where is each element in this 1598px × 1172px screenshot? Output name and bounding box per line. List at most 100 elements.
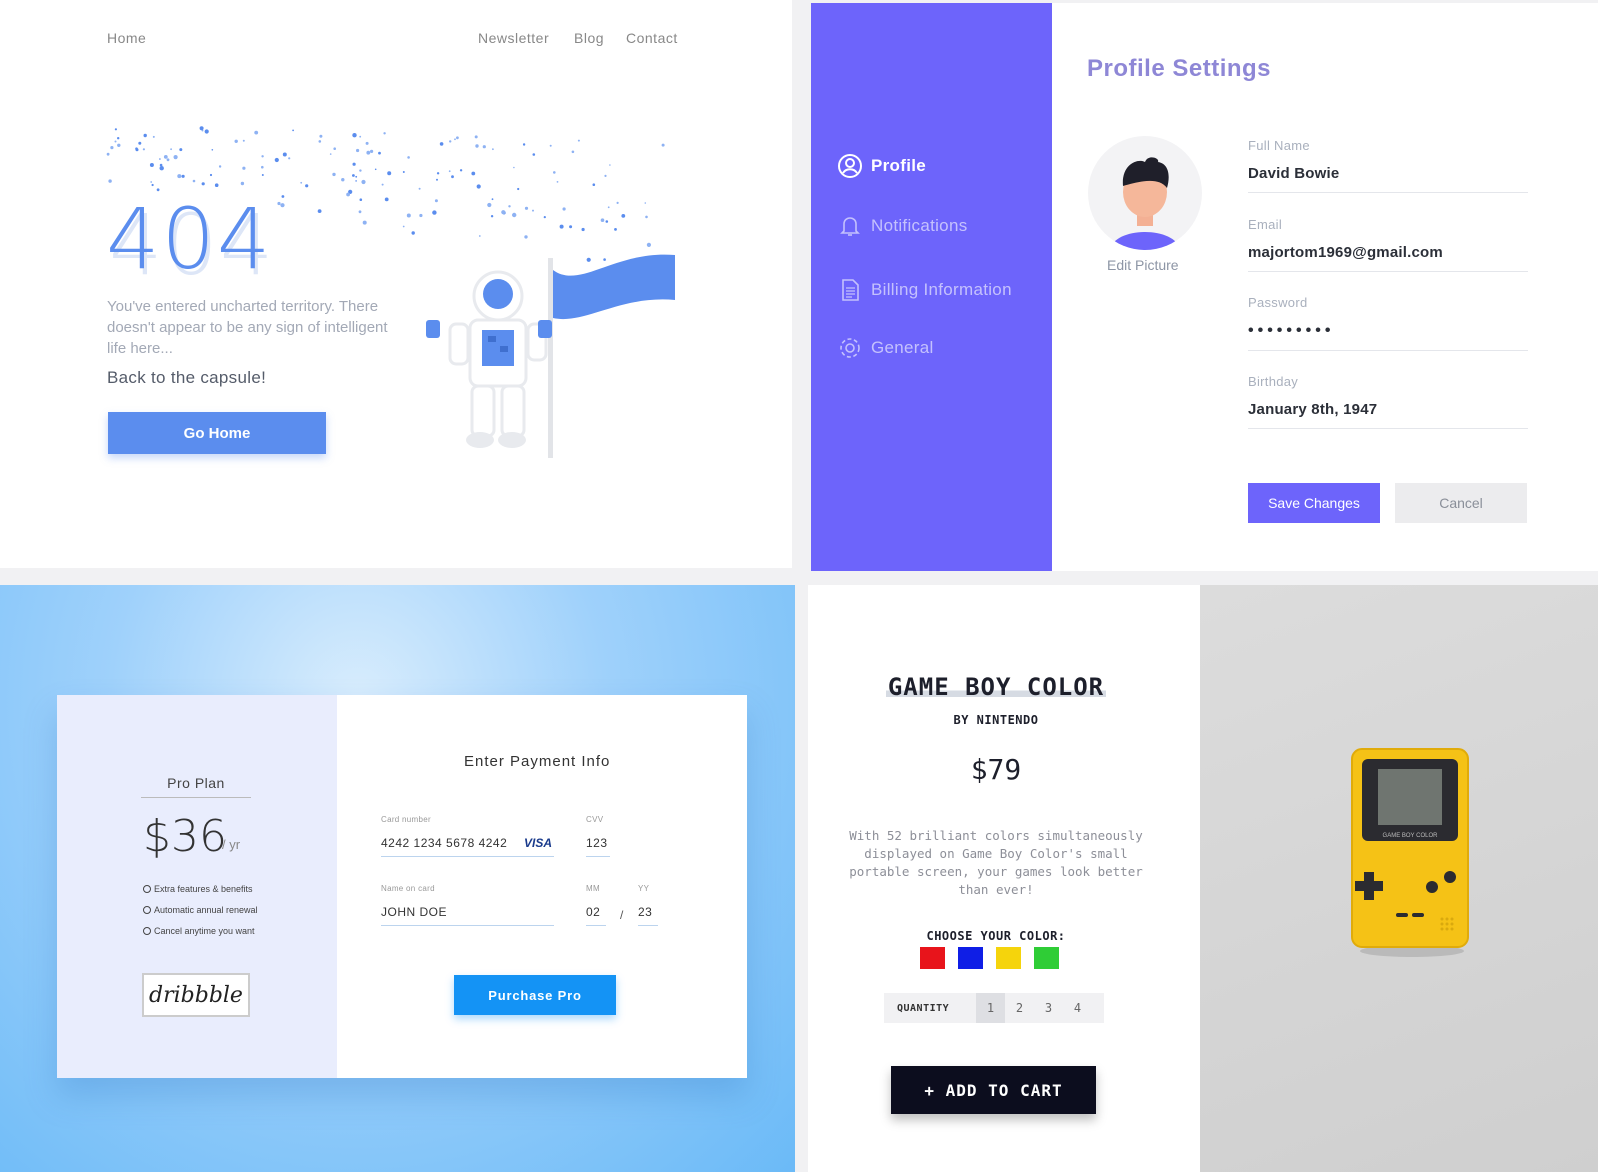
name-on-card-input[interactable]: JOHN DOE [381, 905, 554, 925]
star-dot [524, 235, 528, 239]
star-dot [179, 148, 183, 152]
star-dot [292, 129, 294, 132]
quantity-option-4[interactable]: 4 [1063, 993, 1092, 1023]
star-dot [261, 165, 264, 169]
star-dot [159, 166, 164, 171]
star-dot [616, 201, 619, 204]
star-dot [607, 206, 610, 209]
quantity-selector: QUANTITY 1 2 3 4 [884, 993, 1104, 1023]
star-dot [106, 152, 110, 156]
star-dot [173, 155, 178, 160]
star-dot [556, 181, 559, 183]
star-dot [432, 210, 437, 215]
field-value[interactable]: majortom1969@gmail.com [1248, 244, 1528, 271]
cvv-field[interactable]: CVV 123 [586, 815, 610, 857]
field-label: YY [638, 884, 650, 893]
sidebar-item-label: Billing Information [871, 280, 1012, 299]
star-dot [609, 164, 611, 166]
check-icon [143, 906, 151, 914]
card-number-field[interactable]: Card number 4242 1234 5678 4242 VISA [381, 815, 554, 857]
email-field[interactable]: Email majortom1969@gmail.com [1248, 217, 1528, 272]
star-dot [319, 134, 323, 138]
star-dot [117, 137, 120, 140]
save-changes-button[interactable]: Save Changes [1248, 483, 1380, 523]
plan-name: Pro Plan [141, 775, 251, 798]
sidebar-item-general[interactable]: General [837, 335, 934, 361]
field-label: Card number [381, 815, 431, 824]
field-value[interactable]: David Bowie [1248, 165, 1528, 192]
product-description: With 52 brilliant colors simultaneously … [849, 828, 1143, 897]
go-home-button[interactable]: Go Home [108, 412, 326, 454]
color-swatch-2[interactable] [958, 947, 983, 969]
feature-item: Extra features & benefits [143, 884, 253, 894]
avatar[interactable] [1088, 136, 1202, 250]
add-to-cart-button[interactable]: + ADD TO CART [891, 1066, 1096, 1114]
star-dot [475, 144, 479, 148]
name-on-card-field[interactable]: Name on card JOHN DOE [381, 884, 554, 926]
feature-item: Automatic annual renewal [143, 905, 258, 915]
product-photo: GAME BOY COLOR [1200, 585, 1598, 1172]
star-dot [456, 136, 459, 140]
star-dot [150, 181, 153, 183]
sidebar-item-profile[interactable]: Profile [837, 153, 926, 179]
star-dot [543, 216, 546, 219]
color-swatch-1[interactable] [920, 947, 945, 969]
star-dot [261, 155, 264, 158]
star-dot [562, 207, 566, 211]
sidebar-item-label: Notifications [871, 216, 968, 235]
star-dot [459, 169, 463, 172]
nav-home-link[interactable]: Home [107, 30, 146, 46]
expiry-month-field[interactable]: MM 02 [586, 884, 606, 926]
sidebar-item-billing[interactable]: Billing Information [837, 277, 1012, 303]
edit-picture-link[interactable]: Edit Picture [1107, 257, 1179, 273]
star-dot [436, 178, 438, 181]
quantity-option-2[interactable]: 2 [1005, 993, 1034, 1023]
field-value[interactable]: ••••••••• [1248, 322, 1528, 350]
cancel-button[interactable]: Cancel [1395, 483, 1527, 523]
payment-title: Enter Payment Info [464, 753, 611, 770]
full-name-field[interactable]: Full Name David Bowie [1248, 138, 1528, 193]
password-field[interactable]: Password ••••••••• [1248, 295, 1528, 351]
cvv-input[interactable]: 123 [586, 836, 610, 856]
purchase-pro-button[interactable]: Purchase Pro [454, 975, 616, 1015]
star-dot [454, 138, 456, 141]
product-price: $79 [970, 753, 1022, 786]
color-swatch-4[interactable] [1034, 947, 1059, 969]
expiry-year-field[interactable]: YY 23 [638, 884, 658, 926]
star-dot [317, 209, 322, 213]
quantity-option-1[interactable]: 1 [976, 993, 1005, 1023]
birthday-field[interactable]: Birthday January 8th, 1947 [1248, 374, 1528, 429]
expiry-month-input[interactable]: 02 [586, 905, 606, 925]
star-dot [374, 168, 377, 171]
star-dot [359, 198, 363, 201]
star-dot [581, 227, 585, 232]
profile-settings-panel: Profile Notifications Billing Informatio… [811, 3, 1598, 571]
color-swatch-3[interactable] [996, 947, 1021, 969]
star-dot [159, 163, 163, 167]
star-dot [300, 181, 303, 184]
field-label: Birthday [1248, 374, 1299, 389]
nav-newsletter-link[interactable]: Newsletter [478, 30, 549, 46]
expiry-year-input[interactable]: 23 [638, 905, 658, 925]
star-dot [329, 153, 332, 155]
feature-item: Cancel anytime you want [143, 926, 255, 936]
field-value[interactable]: January 8th, 1947 [1248, 401, 1528, 428]
star-dot [646, 242, 652, 247]
nav-contact-link[interactable]: Contact [626, 30, 678, 46]
star-dot [508, 205, 511, 208]
quantity-option-3[interactable]: 3 [1034, 993, 1063, 1023]
star-dot [614, 228, 617, 231]
product-title: GAME BOY COLOR [808, 673, 1184, 701]
product-brand: BY NINTENDO [953, 713, 1039, 727]
star-dot [532, 153, 536, 156]
star-dot [261, 174, 264, 176]
star-dot [352, 133, 357, 138]
color-swatches [920, 947, 1059, 969]
star-dot [407, 156, 410, 159]
star-dot [449, 140, 452, 143]
sidebar-item-notifications[interactable]: Notifications [837, 213, 968, 239]
star-dot [234, 139, 238, 143]
star-dot [605, 220, 609, 223]
star-dot [501, 210, 506, 215]
nav-blog-link[interactable]: Blog [574, 30, 604, 46]
